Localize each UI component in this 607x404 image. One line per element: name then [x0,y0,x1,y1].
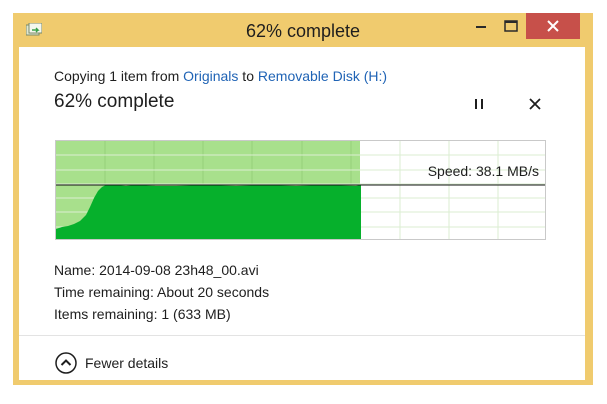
time-remaining-row: Time remaining: About 20 seconds [54,284,269,300]
source-link[interactable]: Originals [183,68,238,84]
fewer-details-label: Fewer details [85,355,169,371]
cancel-button[interactable] [527,96,543,112]
close-button[interactable] [526,13,580,39]
maximize-icon [504,20,518,32]
dialog-content: Copying 1 item from Originals to Removab… [19,47,585,380]
copy-to: to [238,68,258,84]
throughput-area [56,185,361,239]
speed-graph-canvas [56,141,545,239]
time-remaining-value: About 20 seconds [156,284,270,300]
maximize-button[interactable] [496,13,526,39]
transfer-speed-graph: Speed: 38.1 MB/s [55,140,546,240]
close-icon [547,20,559,32]
progress-heading: 62% complete [54,91,175,112]
cancel-icon [529,98,541,110]
copy-prefix: Copying 1 item from [54,68,184,84]
copy-dialog-window: 62% complete Copying 1 item from Origina… [13,13,593,385]
pause-button[interactable] [471,96,487,112]
minimize-button[interactable] [466,13,496,39]
copy-description: Copying 1 item from Originals to Removab… [54,68,387,84]
time-remaining-label: Time remaining: [54,284,154,300]
speed-label: Speed: 38.1 MB/s [427,163,539,179]
name-row: Name: 2014-09-08 23h48_00.avi [54,262,259,278]
pause-icon [475,99,483,109]
fewer-details-toggle[interactable]: Fewer details [55,351,168,375]
items-remaining-label: Items remaining: [54,306,158,322]
chevron-up-icon [55,352,77,374]
items-remaining-row: Items remaining: 1 (633 MB) [54,306,231,322]
name-label: Name: [54,262,96,278]
destination-link[interactable]: Removable Disk (H:) [258,68,387,84]
name-value: 2014-09-08 23h48_00.avi [99,262,259,278]
footer-divider [19,335,585,336]
title-bar[interactable]: 62% complete [13,13,593,47]
items-remaining-value: 1 (633 MB) [161,306,231,322]
minimize-icon [476,26,486,28]
